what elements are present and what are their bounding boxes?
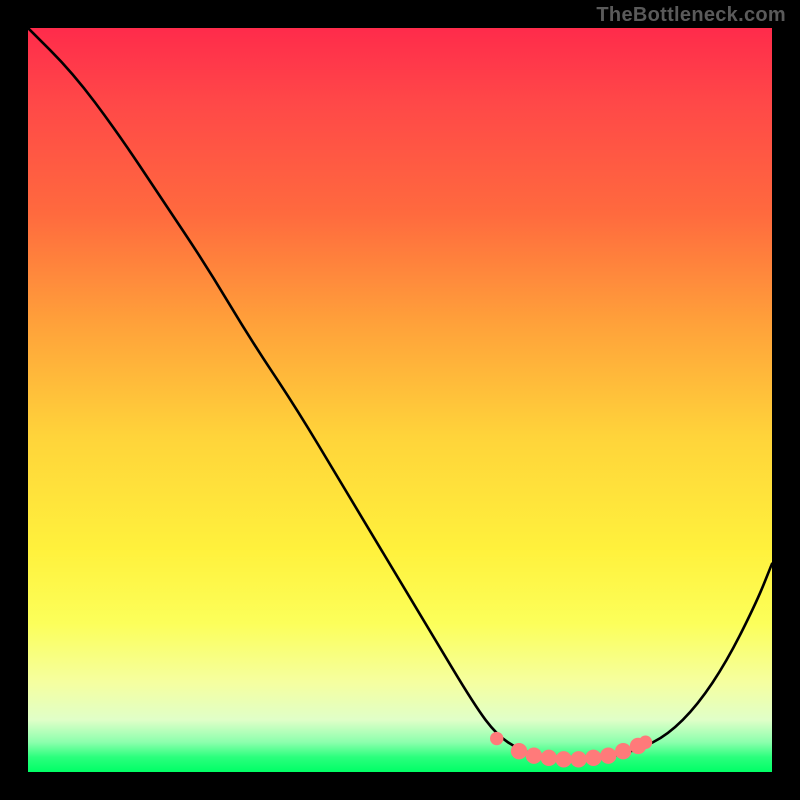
- marker-point: [511, 743, 527, 759]
- marker-point: [639, 736, 652, 749]
- plot-area: [28, 28, 772, 772]
- marker-point: [600, 747, 616, 763]
- marker-point: [526, 747, 542, 763]
- marker-point: [541, 750, 557, 766]
- marker-point: [555, 751, 571, 767]
- marker-point: [585, 750, 601, 766]
- chart-container: TheBottleneck.com: [0, 0, 800, 800]
- marker-point: [570, 751, 586, 767]
- highlight-markers: [490, 732, 652, 768]
- marker-point: [490, 732, 503, 745]
- bottleneck-curve: [28, 28, 772, 761]
- marker-point: [615, 743, 631, 759]
- curve-svg: [28, 28, 772, 772]
- watermark-text: TheBottleneck.com: [596, 4, 786, 27]
